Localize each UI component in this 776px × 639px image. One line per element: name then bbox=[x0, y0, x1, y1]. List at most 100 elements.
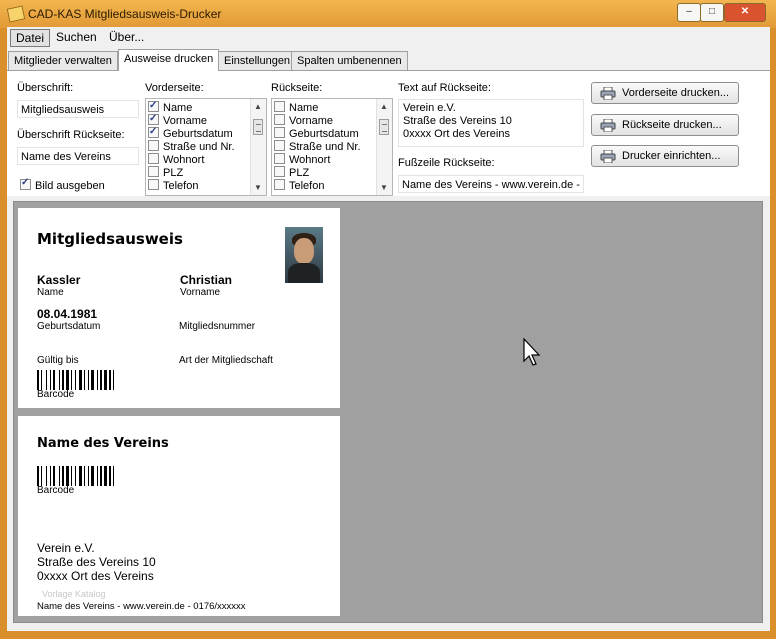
barcode-bar bbox=[88, 466, 89, 486]
back-barcode bbox=[37, 466, 114, 486]
barcode-bar bbox=[75, 466, 76, 486]
checkbox-icon bbox=[148, 179, 159, 190]
print-front-button[interactable]: Vorderseite drucken... bbox=[591, 82, 739, 104]
checkbox-icon bbox=[148, 99, 159, 112]
barcode-bar bbox=[100, 466, 102, 486]
printer-icon bbox=[600, 119, 616, 132]
scroll-down-icon[interactable]: ▼ bbox=[380, 183, 388, 192]
back-fields-list[interactable]: Name Vorname Geburtsdatum Straße und Nr.… bbox=[271, 98, 393, 196]
menu-ueber[interactable]: Über... bbox=[104, 29, 149, 45]
list-item[interactable]: PLZ bbox=[148, 166, 183, 179]
barcode-bar bbox=[104, 370, 107, 390]
barcode-bar bbox=[71, 466, 72, 486]
barcode-bar bbox=[113, 466, 114, 486]
barcode-bar bbox=[109, 466, 111, 486]
valid-until-label: Gültig bis bbox=[37, 355, 79, 366]
checkbox-icon bbox=[274, 114, 285, 125]
tab-ausweise-drucken[interactable]: Ausweise drucken bbox=[118, 49, 220, 71]
back-card-title: Name des Vereins bbox=[37, 436, 169, 451]
back-heading-label: Überschrift Rückseite: bbox=[17, 129, 125, 141]
title-bar: CAD-KAS Mitgliedsausweis-Drucker – □ ✕ bbox=[0, 0, 776, 28]
app-window: CAD-KAS Mitgliedsausweis-Drucker – □ ✕ D… bbox=[0, 0, 776, 639]
barcode-bar bbox=[71, 370, 72, 390]
barcode-bar bbox=[88, 370, 89, 390]
list-item[interactable]: Telefon bbox=[274, 179, 324, 192]
barcode-bar bbox=[53, 466, 55, 486]
menu-suchen[interactable]: Suchen bbox=[51, 29, 102, 45]
maximize-icon[interactable]: □ bbox=[700, 3, 724, 22]
list-item[interactable]: Wohnort bbox=[274, 153, 330, 166]
show-image-checkbox[interactable]: Bild ausgeben bbox=[20, 177, 105, 192]
checkbox-icon bbox=[20, 177, 31, 190]
barcode-bar bbox=[75, 370, 76, 390]
back-barcode-label: Barcode bbox=[37, 485, 75, 496]
heading-input[interactable]: Mitgliedsausweis bbox=[17, 100, 139, 118]
barcode-bar bbox=[91, 370, 94, 390]
barcode-bar bbox=[79, 466, 82, 486]
member-number-label: Mitgliedsnummer bbox=[179, 321, 256, 332]
scroll-thumb[interactable] bbox=[379, 119, 389, 135]
tab-einstellungen[interactable]: Einstellungen bbox=[218, 51, 297, 70]
back-text-input[interactable]: Verein e.V. Straße des Vereins 10 0xxxx … bbox=[398, 99, 584, 147]
last-name-label: Name bbox=[37, 287, 64, 298]
window-title: CAD-KAS Mitgliedsausweis-Drucker bbox=[28, 7, 222, 21]
scroll-up-icon[interactable]: ▲ bbox=[380, 102, 388, 111]
first-name-value: Christian bbox=[180, 273, 233, 287]
back-card-footer: Name des Vereins - www.verein.de - 0176/… bbox=[37, 601, 246, 612]
barcode-bar bbox=[79, 370, 82, 390]
tab-spalten-umbenennen[interactable]: Spalten umbenennen bbox=[291, 51, 408, 70]
barcode-bar bbox=[84, 370, 85, 390]
barcode-bar bbox=[50, 370, 51, 390]
barcode-bar bbox=[41, 466, 42, 486]
list-item[interactable]: Wohnort bbox=[148, 153, 204, 166]
scroll-up-icon[interactable]: ▲ bbox=[254, 102, 262, 111]
list-item[interactable]: Vorname bbox=[274, 114, 333, 127]
back-list-scrollbar[interactable]: ▲ ▼ bbox=[376, 99, 392, 195]
birth-date-value: 08.04.1981 bbox=[37, 307, 98, 321]
printer-icon bbox=[600, 150, 616, 163]
checkbox-icon bbox=[148, 140, 159, 151]
show-image-label: Bild ausgeben bbox=[35, 180, 105, 192]
footer-input[interactable]: Name des Vereins - www.verein.de - bbox=[398, 175, 584, 193]
barcode-bar bbox=[62, 370, 64, 390]
checkbox-icon bbox=[148, 125, 159, 138]
print-back-button[interactable]: Rückseite drucken... bbox=[591, 114, 739, 136]
scroll-down-icon[interactable]: ▼ bbox=[254, 183, 262, 192]
barcode-bar bbox=[37, 370, 39, 390]
list-item[interactable]: PLZ bbox=[274, 166, 309, 179]
menu-datei[interactable]: Datei bbox=[10, 29, 51, 47]
list-item[interactable]: Geburtsdatum bbox=[148, 125, 233, 140]
barcode-bar bbox=[97, 466, 98, 486]
setup-printer-button[interactable]: Drucker einrichten... bbox=[591, 145, 739, 167]
client-area: Datei Suchen Über... Mitglieder verwalte… bbox=[7, 27, 770, 631]
list-item[interactable]: Geburtsdatum bbox=[274, 127, 359, 140]
app-icon bbox=[6, 5, 26, 23]
front-card-title: Mitgliedsausweis bbox=[37, 230, 183, 248]
list-item[interactable]: Telefon bbox=[148, 179, 198, 192]
front-label: Vorderseite: bbox=[145, 82, 204, 94]
front-list-scrollbar[interactable]: ▲ ▼ bbox=[250, 99, 266, 195]
barcode-bar bbox=[59, 370, 60, 390]
list-item[interactable]: Straße und Nr. bbox=[148, 140, 235, 153]
barcode-bar bbox=[62, 466, 64, 486]
list-item[interactable]: Name bbox=[274, 101, 318, 114]
barcode-bar bbox=[46, 370, 47, 390]
minimize-icon[interactable]: – bbox=[677, 3, 701, 22]
club-address: Verein e.V. Straße des Vereins 10 0xxxx … bbox=[37, 541, 156, 583]
scroll-thumb[interactable] bbox=[253, 119, 263, 135]
front-card-preview: Mitgliedsausweis Kassler Name Christian … bbox=[18, 208, 340, 408]
checkbox-icon bbox=[274, 179, 285, 190]
front-fields-list[interactable]: Name Vorname Geburtsdatum Straße und Nr.… bbox=[145, 98, 267, 196]
print-settings-panel: Überschrift: Mitgliedsausweis Überschrif… bbox=[7, 70, 770, 196]
member-photo bbox=[285, 227, 323, 283]
last-name-value: Kassler bbox=[37, 273, 81, 287]
back-text-label: Text auf Rückseite: bbox=[398, 82, 491, 94]
back-label: Rückseite: bbox=[271, 82, 323, 94]
tab-mitglieder-verwalten[interactable]: Mitglieder verwalten bbox=[8, 51, 118, 70]
close-icon[interactable]: ✕ bbox=[724, 3, 766, 22]
back-heading-input[interactable]: Name des Vereins bbox=[17, 147, 139, 165]
checkbox-icon bbox=[148, 153, 159, 164]
tab-strip: Mitglieder verwalten Ausweise drucken Ei… bbox=[7, 49, 770, 71]
list-item[interactable]: Straße und Nr. bbox=[274, 140, 361, 153]
footer-label: Fußzeile Rückseite: bbox=[398, 157, 495, 169]
